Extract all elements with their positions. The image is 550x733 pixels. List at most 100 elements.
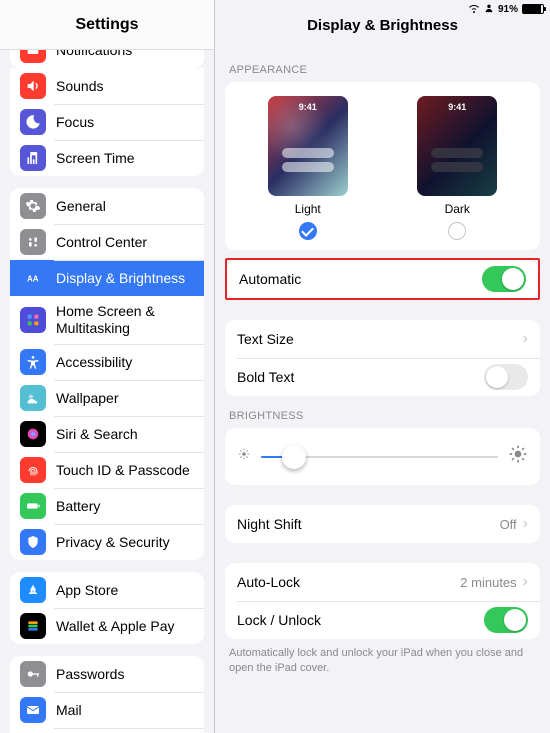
passwords-icon — [20, 661, 46, 687]
sidebar-item-label: Siri & Search — [56, 426, 194, 443]
lock-unlock-toggle[interactable] — [484, 607, 528, 633]
text-size-row[interactable]: Text Size › — [225, 320, 540, 358]
svg-text:A: A — [30, 586, 37, 596]
sidebar-item-label: Wallet & Apple Pay — [56, 618, 194, 635]
general-icon — [20, 193, 46, 219]
sidebar-item-label: Accessibility — [56, 354, 194, 371]
sidebar-item-label: Mail — [56, 702, 194, 719]
bold-text-row[interactable]: Bold Text — [225, 358, 540, 396]
automatic-toggle[interactable] — [482, 266, 526, 292]
sidebar-item-controlcenter[interactable]: Control Center — [10, 224, 204, 260]
battery-icon — [522, 4, 544, 14]
sidebar-item-label: Sounds — [56, 78, 194, 95]
dark-preview: 9:41 — [417, 96, 497, 196]
sidebar-item-notifications[interactable]: Notifications — [10, 50, 204, 68]
sun-min-icon — [237, 447, 251, 466]
sidebar-item-passwords[interactable]: Passwords — [10, 656, 204, 692]
privacy-icon — [20, 529, 46, 555]
brightness-section-label: BRIGHTNESS — [229, 410, 536, 422]
lock-unlock-label: Lock / Unlock — [237, 612, 321, 628]
sidebar-item-label: Home Screen & Multitasking — [56, 303, 194, 337]
sidebar-item-siri[interactable]: Siri & Search — [10, 416, 204, 452]
battery-icon — [20, 493, 46, 519]
lock-unlock-row[interactable]: Lock / Unlock — [225, 601, 540, 639]
brightness-row — [225, 428, 540, 485]
auto-lock-label: Auto-Lock — [237, 574, 300, 590]
user-icon — [484, 3, 494, 16]
chevron-right-icon: › — [523, 515, 528, 533]
appearance-mode-dark[interactable]: 9:41 Dark — [407, 96, 507, 240]
sidebar-item-appstore[interactable]: A App Store — [10, 572, 204, 608]
sidebar-item-label: Battery — [56, 498, 194, 515]
screentime-icon — [20, 145, 46, 171]
light-radio[interactable] — [299, 222, 317, 240]
controlcenter-icon — [20, 229, 46, 255]
sidebar-item-screentime[interactable]: Screen Time — [10, 140, 204, 176]
appstore-icon: A — [20, 577, 46, 603]
notifications-icon — [20, 50, 46, 63]
sidebar-item-battery[interactable]: Battery — [10, 488, 204, 524]
dark-radio[interactable] — [448, 222, 466, 240]
detail-pane: Display & Brightness APPEARANCE 9:41 Lig… — [215, 0, 550, 733]
sidebar-item-touchid[interactable]: Touch ID & Passcode — [10, 452, 204, 488]
sidebar-item-wallpaper[interactable]: Wallpaper — [10, 380, 204, 416]
sidebar-item-label: Screen Time — [56, 150, 194, 167]
text-size-label: Text Size — [237, 331, 294, 347]
appearance-section-label: APPEARANCE — [229, 64, 536, 76]
chevron-right-icon: › — [523, 573, 528, 591]
battery-percent: 91% — [498, 4, 518, 15]
touchid-icon — [20, 457, 46, 483]
sidebar-item-label: Focus — [56, 114, 194, 131]
display-icon: AA — [20, 265, 46, 291]
chevron-right-icon: › — [523, 330, 528, 348]
light-preview: 9:41 — [268, 96, 348, 196]
appearance-mode-light[interactable]: 9:41 Light — [258, 96, 358, 240]
dark-label: Dark — [445, 202, 470, 216]
sidebar-item-mail[interactable]: Mail — [10, 692, 204, 728]
sidebar-item-label: General — [56, 198, 194, 215]
light-label: Light — [295, 202, 321, 216]
automatic-label: Automatic — [239, 271, 301, 287]
sounds-icon — [20, 73, 46, 99]
sidebar-item-privacy[interactable]: Privacy & Security — [10, 524, 204, 560]
automatic-row[interactable]: Automatic — [227, 260, 538, 298]
sidebar-item-label: Control Center — [56, 234, 194, 251]
sidebar-item-display[interactable]: AA Display & Brightness — [10, 260, 204, 296]
homescreen-icon — [20, 307, 46, 333]
sidebar-item-label: Notifications — [56, 50, 194, 58]
sidebar-item-label: Privacy & Security — [56, 534, 194, 551]
accessibility-icon — [20, 349, 46, 375]
sidebar-scroll[interactable]: Notifications Sounds Focus Screen Time Gen… — [0, 50, 214, 733]
auto-lock-value: 2 minutes — [460, 575, 516, 590]
sidebar-item-general[interactable]: General — [10, 188, 204, 224]
appearance-card: 9:41 Light 9:41 Dark — [225, 82, 540, 250]
auto-lock-row[interactable]: Auto-Lock 2 minutes › — [225, 563, 540, 601]
sidebar-item-label: Touch ID & Passcode — [56, 462, 194, 479]
wifi-icon — [468, 2, 480, 17]
sidebar-item-homescreen[interactable]: Home Screen & Multitasking — [10, 296, 204, 344]
bold-text-toggle[interactable] — [484, 364, 528, 390]
sidebar-item-contacts[interactable]: Contacts — [10, 728, 204, 733]
sidebar-item-focus[interactable]: Focus — [10, 104, 204, 140]
mail-icon — [20, 697, 46, 723]
night-shift-value: Off — [500, 517, 517, 532]
sidebar-item-label: Display & Brightness — [56, 270, 194, 287]
svg-text:AA: AA — [27, 274, 39, 283]
focus-icon — [20, 109, 46, 135]
sidebar-item-accessibility[interactable]: Accessibility — [10, 344, 204, 380]
sidebar-item-label: App Store — [56, 582, 194, 599]
settings-sidebar: Settings Notifications SoundsFocusScreen… — [0, 0, 215, 733]
automatic-highlight: Automatic — [225, 258, 540, 300]
sidebar-item-sounds[interactable]: Sounds — [10, 68, 204, 104]
sidebar-item-label: Passwords — [56, 666, 194, 683]
status-bar: 91% — [462, 0, 550, 18]
night-shift-label: Night Shift — [237, 516, 302, 532]
wallet-icon — [20, 613, 46, 639]
brightness-slider[interactable] — [261, 456, 498, 458]
wallpaper-icon — [20, 385, 46, 411]
sidebar-item-label: Wallpaper — [56, 390, 194, 407]
siri-icon — [20, 421, 46, 447]
night-shift-row[interactable]: Night Shift Off › — [225, 505, 540, 543]
lock-unlock-footer: Automatically lock and unlock your iPad … — [229, 646, 536, 676]
sidebar-item-wallet[interactable]: Wallet & Apple Pay — [10, 608, 204, 644]
